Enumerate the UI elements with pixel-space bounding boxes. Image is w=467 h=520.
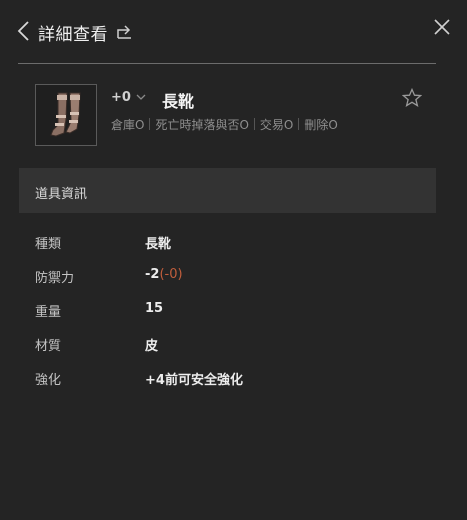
attr-warehouse: 倉庫O (111, 118, 145, 132)
item-info-section-header: 道具資訊 (19, 168, 436, 213)
close-icon[interactable] (433, 18, 451, 36)
star-outline-icon[interactable] (402, 88, 422, 108)
attr-trade: 交易O (259, 118, 294, 132)
header-divider (18, 63, 436, 64)
attr-drop-on-death: 死亡時掉落與否O (155, 118, 249, 132)
detail-label: 強化 (35, 373, 62, 388)
chevron-down-icon[interactable] (136, 93, 146, 101)
attr-delete: 刪除O (304, 118, 338, 132)
item-name: 長靴 (162, 92, 195, 111)
item-attributes: 倉庫O 死亡時掉落與否O 交易O 刪除O (111, 116, 338, 133)
detail-value: -2(-0) (145, 267, 183, 282)
boots-item-icon (50, 92, 81, 137)
detail-value: 皮 (145, 339, 159, 354)
page-title: 詳細查看 (38, 25, 108, 45)
share-icon[interactable] (116, 22, 134, 40)
detail-label: 種類 (35, 237, 62, 252)
detail-label: 防禦力 (35, 271, 75, 286)
detail-value: 長靴 (145, 237, 172, 252)
item-thumbnail (35, 84, 97, 146)
attr-separator (298, 118, 300, 130)
back-chevron-icon[interactable] (16, 20, 32, 42)
header-bar: 詳細查看 (0, 0, 467, 64)
attr-separator (149, 118, 151, 130)
defense-modifier: (-0) (159, 267, 183, 282)
detail-row-weight: 重量 15 (0, 301, 467, 321)
section-title: 道具資訊 (35, 187, 88, 202)
detail-row-enhance: 強化 +4前可安全強化 (0, 369, 467, 389)
detail-label: 重量 (35, 305, 62, 320)
attr-separator (253, 118, 255, 130)
detail-value: 15 (145, 301, 164, 316)
detail-row-defense: 防禦力 -2(-0) (0, 267, 467, 287)
detail-value: +4前可安全強化 (145, 373, 243, 388)
detail-label: 材質 (35, 339, 62, 354)
detail-row-type: 種類 長靴 (0, 233, 467, 253)
enhance-level[interactable]: +0 (111, 90, 131, 105)
detail-row-material: 材質 皮 (0, 335, 467, 355)
